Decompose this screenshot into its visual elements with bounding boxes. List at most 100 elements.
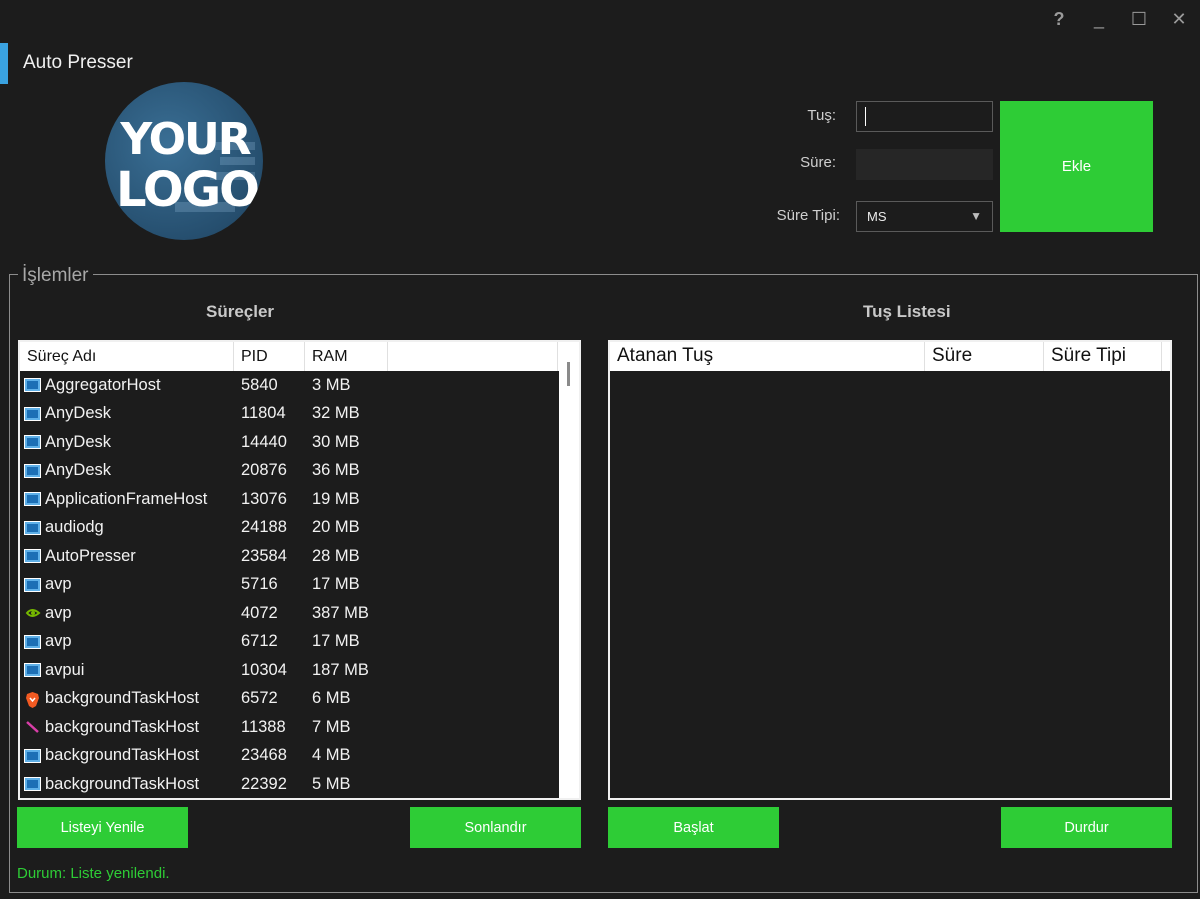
minimize-icon[interactable]: _ <box>1090 8 1108 30</box>
window-icon <box>24 748 41 763</box>
process-pid-cell: 10304 <box>241 660 287 679</box>
column-header-ram[interactable]: RAM <box>305 342 388 371</box>
help-icon[interactable]: ? <box>1050 8 1068 30</box>
process-ram-cell: 17 MB <box>312 632 360 651</box>
column-header-duration-type[interactable]: Süre Tipi <box>1044 342 1162 371</box>
process-name-cell: avp <box>20 632 234 651</box>
process-name-cell: avp <box>20 575 234 594</box>
table-row[interactable]: AnyDesk 20876 36 MB <box>20 457 561 486</box>
duration-label: Süre: <box>800 154 836 171</box>
add-button[interactable]: Ekle <box>1000 101 1153 232</box>
process-pid-cell: 11804 <box>241 404 286 423</box>
window-icon <box>24 435 41 450</box>
table-row[interactable]: AggregatorHost 5840 3 MB <box>20 371 561 400</box>
window-icon <box>24 777 41 792</box>
column-header-assigned-key[interactable]: Atanan Tuş <box>610 342 925 371</box>
window-icon <box>24 663 41 678</box>
process-ram-cell: 3 MB <box>312 375 351 394</box>
process-list-scrollbar[interactable] <box>559 342 579 798</box>
process-name-cell: avp <box>20 604 234 623</box>
window-icon <box>24 549 41 564</box>
table-row[interactable]: AnyDesk 11804 32 MB <box>20 400 561 429</box>
close-icon[interactable]: ✕ <box>1170 8 1188 30</box>
dropdown-arrow-icon: ▼ <box>970 209 982 223</box>
process-ram-cell: 387 MB <box>312 603 369 622</box>
duration-type-select[interactable]: MS ▼ <box>856 201 993 232</box>
process-ram-cell: 6 MB <box>312 689 351 708</box>
processes-title: Süreçler <box>206 302 275 321</box>
process-rows: AggregatorHost 5840 3 MB AnyDesk 11804 32 MB A… <box>20 371 561 798</box>
table-row[interactable]: backgroundTaskHost 6572 6 MB <box>20 685 561 714</box>
table-row[interactable]: backgroundTaskHost 23468 4 MB <box>20 742 561 771</box>
process-ram-cell: 5 MB <box>312 774 351 793</box>
process-name-cell: AutoPresser <box>20 547 234 566</box>
process-name-cell: backgroundTaskHost <box>20 775 234 794</box>
table-row[interactable]: AnyDesk 14440 30 MB <box>20 428 561 457</box>
table-row[interactable]: audiodg 24188 20 MB <box>20 514 561 543</box>
window-icon <box>24 463 41 478</box>
logo: YOUR LOGO <box>105 82 263 240</box>
table-row[interactable]: backgroundTaskHost 11388 7 MB <box>20 713 561 742</box>
window-icon <box>24 378 41 393</box>
column-header-pid[interactable]: PID <box>234 342 305 371</box>
process-ram-cell: 30 MB <box>312 432 360 451</box>
process-ram-cell: 187 MB <box>312 660 369 679</box>
window-icon <box>24 406 41 421</box>
keylist-title: Tuş Listesi <box>863 302 951 321</box>
process-list[interactable]: Süreç Adı PID RAM AggregatorHost 5840 3 MB… <box>18 340 581 800</box>
terminate-button[interactable]: Sonlandır <box>410 807 581 848</box>
duration-type-label: Süre Tipi: <box>776 207 840 224</box>
status-text: Durum: Liste yenilendi. <box>17 865 170 882</box>
table-row[interactable]: ApplicationFrameHost 13076 19 MB <box>20 485 561 514</box>
duration-input[interactable] <box>856 149 993 180</box>
process-name-cell: avpui <box>20 661 234 680</box>
process-ram-cell: 19 MB <box>312 489 360 508</box>
process-pid-cell: 14440 <box>241 432 287 451</box>
refresh-list-button[interactable]: Listeyi Yenile <box>17 807 188 848</box>
column-header-duration[interactable]: Süre <box>925 342 1044 371</box>
table-row[interactable]: avp 4072 387 MB <box>20 599 561 628</box>
table-row[interactable]: avpui 10304 187 MB <box>20 656 561 685</box>
window-icon <box>24 520 41 535</box>
process-name-cell: audiodg <box>20 518 234 537</box>
title-accent-bar <box>0 43 8 84</box>
process-pid-cell: 13076 <box>241 489 287 508</box>
process-pid-cell: 24188 <box>241 518 287 537</box>
process-ram-cell: 32 MB <box>312 404 360 423</box>
logo-text-line1: YOUR <box>119 114 250 165</box>
table-row[interactable]: avp 5716 17 MB <box>20 571 561 600</box>
start-button[interactable]: Başlat <box>608 807 779 848</box>
window-title: Auto Presser <box>23 52 133 73</box>
process-pid-cell: 23468 <box>241 746 287 765</box>
stop-button[interactable]: Durdur <box>1001 807 1172 848</box>
process-ram-cell: 4 MB <box>312 746 351 765</box>
process-pid-cell: 6572 <box>241 689 278 708</box>
maximize-icon[interactable]: ☐ <box>1130 8 1148 30</box>
window-icon <box>24 634 41 649</box>
table-row[interactable]: AutoPresser 23584 28 MB <box>20 542 561 571</box>
key-list[interactable]: Atanan Tuş Süre Süre Tipi <box>608 340 1172 800</box>
process-name-cell: backgroundTaskHost <box>20 718 234 737</box>
process-pid-cell: 20876 <box>241 461 287 480</box>
process-pid-cell: 4072 <box>241 603 278 622</box>
duration-type-value: MS <box>867 209 887 224</box>
text-caret <box>865 107 866 126</box>
process-name-cell: backgroundTaskHost <box>20 689 234 708</box>
table-row[interactable]: backgroundTaskHost 22392 5 MB <box>20 770 561 798</box>
process-pid-cell: 11388 <box>241 717 286 736</box>
key-input[interactable] <box>856 101 993 132</box>
process-ram-cell: 20 MB <box>312 518 360 537</box>
process-ram-cell: 17 MB <box>312 575 360 594</box>
operations-group-title: İşlemler <box>18 265 93 287</box>
column-header-process-name[interactable]: Süreç Adı <box>20 342 234 371</box>
process-pid-cell: 5716 <box>241 575 278 594</box>
logo-text-line2: LOGO <box>116 162 258 218</box>
process-pid-cell: 22392 <box>241 774 287 793</box>
table-row[interactable]: avp 6712 17 MB <box>20 628 561 657</box>
scrollbar-thumb[interactable] <box>567 362 570 386</box>
process-name-cell: AggregatorHost <box>20 376 234 395</box>
process-pid-cell: 23584 <box>241 546 287 565</box>
process-ram-cell: 28 MB <box>312 546 360 565</box>
process-ram-cell: 7 MB <box>312 717 351 736</box>
pen-icon <box>24 720 41 734</box>
